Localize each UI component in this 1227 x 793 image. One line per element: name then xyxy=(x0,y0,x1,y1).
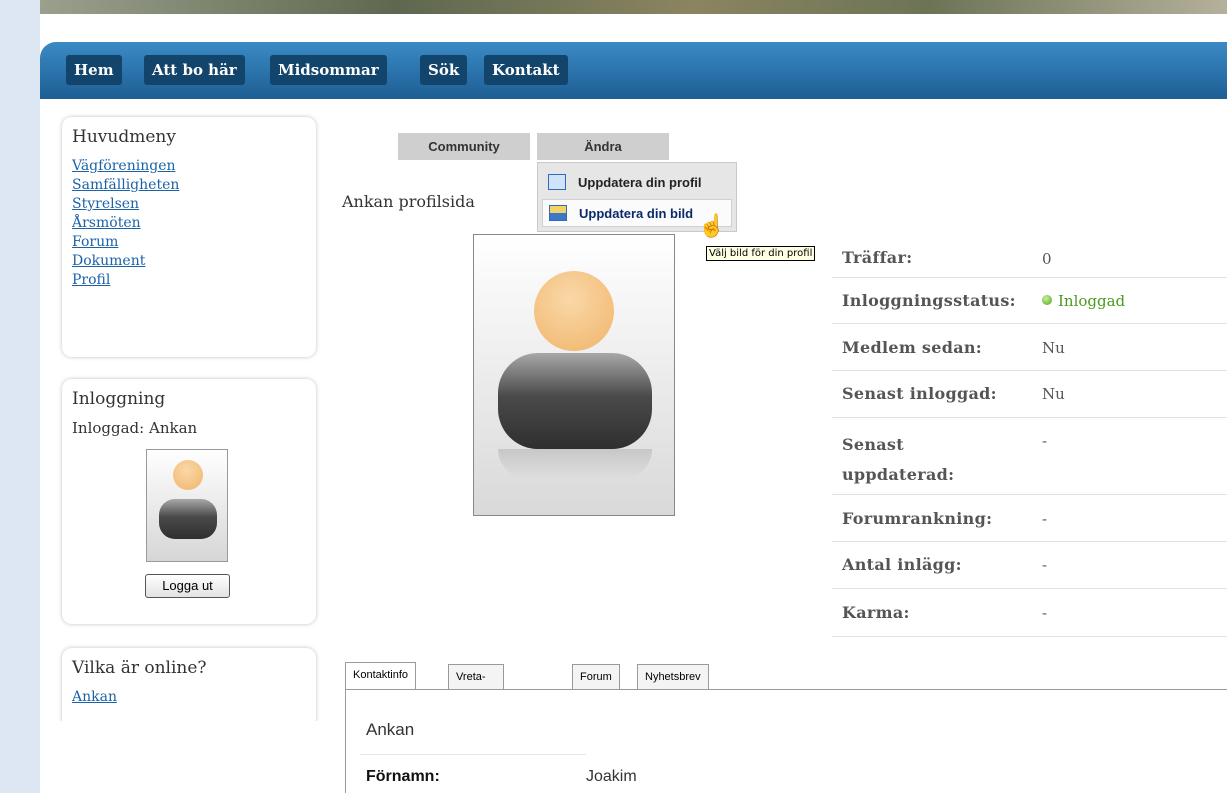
info-row-post-count: Antal inlägg: - xyxy=(832,542,1227,589)
menu-link-dokument[interactable]: Dokument xyxy=(72,252,306,271)
online-users-box: Vilka är online? Ankan xyxy=(62,648,316,728)
picture-icon xyxy=(549,205,567,221)
info-value-forum-rank: - xyxy=(1042,510,1048,528)
hand-cursor-icon: ☝ xyxy=(698,214,726,239)
avatar-head xyxy=(534,271,614,351)
nav-item-kontakt[interactable]: Kontakt xyxy=(484,55,568,85)
field-value-firstname: Joakim xyxy=(586,768,637,785)
online-status-icon xyxy=(1042,295,1052,305)
profile-card-icon xyxy=(548,174,566,190)
nav-item-sok[interactable]: Sök xyxy=(420,55,468,85)
tab-community[interactable]: Community xyxy=(398,133,530,160)
header-banner-bottom xyxy=(40,14,1227,44)
tab-nyhetsbrev[interactable]: Nyhetsbrev xyxy=(637,664,709,690)
main-navigation: Hem Att bo här Midsommar Sök Kontakt xyxy=(40,42,1227,99)
menu-link-forum[interactable]: Forum xyxy=(72,233,306,252)
info-row-last-updated: Senast uppdaterad: - xyxy=(832,418,1227,495)
info-value-member-since: Nu xyxy=(1042,339,1065,357)
tab-vreta-yttemas[interactable]: Vreta-Yttemäs xyxy=(448,664,505,707)
online-user-link[interactable]: Ankan xyxy=(72,688,306,707)
tooltip: Välj bild för din profil xyxy=(706,246,816,261)
info-row-login-status: Inloggningsstatus: Inloggad xyxy=(832,278,1227,324)
tab-andra[interactable]: Ändra xyxy=(537,133,669,160)
nav-item-att-bo-har[interactable]: Att bo här xyxy=(144,55,245,85)
info-label-hits: Träffar: xyxy=(842,248,913,267)
header-banner-image xyxy=(40,0,1227,14)
info-value-last-updated: - xyxy=(1042,432,1048,450)
info-label-post-count: Antal inlägg: xyxy=(842,555,962,574)
info-label-login-status: Inloggningsstatus: xyxy=(842,291,1016,310)
menu-link-vagforeningen[interactable]: Vägföreningen xyxy=(72,157,306,176)
main-menu-title: Huvudmeny xyxy=(72,127,176,147)
profile-avatar xyxy=(473,234,675,516)
menu-item-update-profile-label: Uppdatera din profil xyxy=(578,175,702,190)
avatar-body-small xyxy=(159,499,217,539)
info-row-hits: Träffar: 0 xyxy=(832,246,1227,278)
info-row-forum-rank: Forumrankning: - xyxy=(832,495,1227,542)
info-row-karma: Karma: - xyxy=(832,589,1227,637)
profile-page-title: Ankan profilsida xyxy=(342,192,475,211)
menu-link-styrelsen[interactable]: Styrelsen xyxy=(72,195,306,214)
info-value-login-status: Inloggad xyxy=(1042,292,1125,310)
nav-item-hem[interactable]: Hem xyxy=(66,55,122,85)
avatar-body xyxy=(498,353,652,449)
login-avatar xyxy=(146,449,228,562)
menu-item-update-profile[interactable]: Uppdatera din profil xyxy=(542,169,732,197)
info-label-forum-rank: Forumrankning: xyxy=(842,509,993,528)
sidebar-fade xyxy=(40,721,340,793)
avatar-head-small xyxy=(173,460,203,490)
menu-link-profil[interactable]: Profil xyxy=(72,271,306,290)
field-label-firstname: Förnamn: xyxy=(366,768,440,785)
contact-name: Ankan xyxy=(366,720,415,739)
main-menu-box: Huvudmeny Vägföreningen Samfälligheten S… xyxy=(62,117,316,357)
info-value-karma: - xyxy=(1042,604,1048,622)
nav-item-midsommar[interactable]: Midsommar xyxy=(270,55,387,85)
info-label-member-since: Medlem sedan: xyxy=(842,338,983,357)
online-title: Vilka är online? xyxy=(72,658,207,678)
info-value-post-count: - xyxy=(1042,556,1048,574)
info-value-hits: 0 xyxy=(1042,250,1052,268)
menu-item-update-picture-label: Uppdatera din bild xyxy=(579,206,694,221)
panel-divider xyxy=(360,754,586,755)
logout-button[interactable]: Logga ut xyxy=(145,574,230,598)
menu-link-samfalligheten[interactable]: Samfälligheten xyxy=(72,176,306,195)
info-row-last-login: Senast inloggad: Nu xyxy=(832,371,1227,418)
info-row-member-since: Medlem sedan: Nu xyxy=(832,324,1227,371)
tab-kontaktinfo[interactable]: Kontaktinfo xyxy=(345,662,417,691)
info-value-last-login: Nu xyxy=(1042,385,1065,403)
details-panel: Ankan Förnamn: Joakim xyxy=(345,689,1227,793)
avatar-reflection xyxy=(498,449,652,479)
page-left-gutter xyxy=(0,0,40,793)
info-label-last-login: Senast inloggad: xyxy=(842,384,997,403)
menu-link-arsmoten[interactable]: Årsmöten xyxy=(72,214,306,233)
info-label-karma: Karma: xyxy=(842,603,910,622)
login-status: Inloggad: Ankan xyxy=(72,419,198,437)
info-label-last-updated: Senast uppdaterad: xyxy=(842,435,955,484)
login-title: Inloggning xyxy=(72,389,166,409)
info-value-login-status-text: Inloggad xyxy=(1058,292,1126,310)
tab-forum[interactable]: Forum xyxy=(572,664,620,690)
